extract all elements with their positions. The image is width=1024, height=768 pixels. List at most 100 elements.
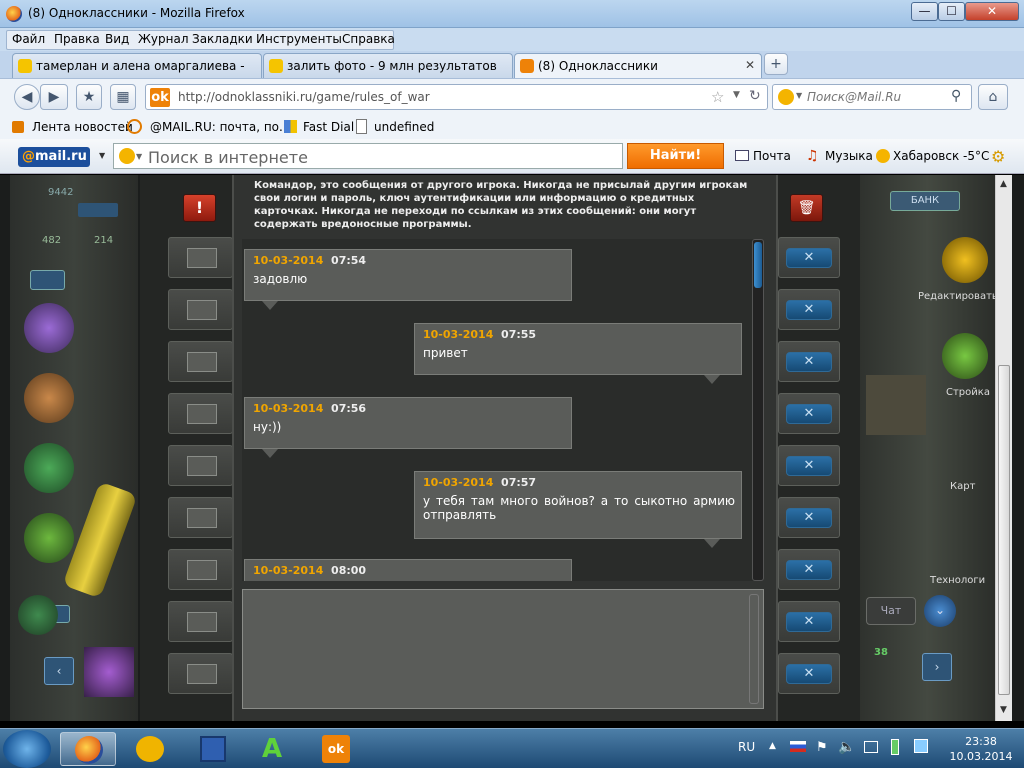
delete-message-button[interactable]: ✕ <box>786 560 832 580</box>
delete-row: ✕ <box>778 549 840 590</box>
taskbar-app-a[interactable] <box>122 732 178 766</box>
expand-icon[interactable] <box>78 203 118 217</box>
message-list-item[interactable] <box>168 653 233 694</box>
minimize-button[interactable]: — <box>911 2 938 21</box>
menu-tools[interactable]: Инструменты <box>256 32 342 46</box>
address-bar[interactable]: ok http://odnoklassniki.ru/game/rules_of… <box>145 84 768 110</box>
mail-link[interactable]: Почта <box>753 149 791 163</box>
language-indicator[interactable]: RU <box>738 740 755 754</box>
bookmark-undefined[interactable]: undefined <box>374 120 434 134</box>
taskbar-firefox[interactable] <box>60 732 116 766</box>
reload-icon[interactable]: ↻ <box>749 88 761 104</box>
search-engine-dropdown-icon[interactable]: ▼ <box>136 152 142 161</box>
delete-message-button[interactable]: ✕ <box>786 664 832 684</box>
action-center-flag-icon[interactable]: ⚑ <box>816 740 828 755</box>
search-engine-dropdown-icon[interactable]: ▼ <box>796 91 802 100</box>
crystal-icon[interactable] <box>24 303 74 353</box>
tab-3[interactable]: (8) Одноклассники ✕ <box>514 53 762 78</box>
next-button[interactable]: › <box>922 653 952 681</box>
volume-icon[interactable]: 🔈 <box>838 739 855 755</box>
bookmark-fast-dial[interactable]: Fast Dial <box>303 120 354 134</box>
delete-message-button[interactable]: ✕ <box>786 300 832 320</box>
message-list-item[interactable] <box>168 289 233 330</box>
message-list-item[interactable] <box>168 497 233 538</box>
delete-message-button[interactable]: ✕ <box>786 248 832 268</box>
scroll-down-arrow-icon[interactable]: ▼ <box>1000 705 1007 715</box>
radiation-icon[interactable] <box>24 513 74 563</box>
menu-view[interactable]: Вид <box>105 32 129 46</box>
chat-input[interactable] <box>242 589 764 709</box>
back-button[interactable]: ◀ <box>14 84 40 110</box>
url-dropdown-icon[interactable]: ▼ <box>733 90 740 100</box>
crystals-shop-icon[interactable] <box>84 647 134 697</box>
forward-button[interactable]: ▶ <box>40 84 68 110</box>
new-tab-button[interactable]: + <box>764 53 788 75</box>
mailru-search-input[interactable]: ▼ Поиск в интернете <box>113 143 623 169</box>
bookmark-news-feed[interactable]: Лента новостей <box>32 120 133 134</box>
tab-1[interactable]: тамерлан и алена омаргалиева - 1 ... <box>12 53 262 78</box>
delete-message-button[interactable]: ✕ <box>786 508 832 528</box>
bookmark-mailru[interactable]: @MAIL.RU: почта, по... <box>150 120 290 134</box>
web-search-box[interactable]: ▼ Поиск@Mail.Ru ⚲ <box>772 84 972 110</box>
prev-button[interactable]: ‹ <box>44 657 74 685</box>
input-scrollbar[interactable] <box>749 594 759 704</box>
battery-icon[interactable] <box>891 739 899 755</box>
message-list-item[interactable] <box>168 341 233 382</box>
chat-scrollbar[interactable] <box>752 239 764 581</box>
close-tab-icon[interactable]: ✕ <box>745 58 755 72</box>
mailru-menu-dropdown-icon[interactable]: ▼ <box>99 151 105 160</box>
find-button[interactable]: Найти! <box>627 143 724 169</box>
chat-button[interactable]: Чат <box>866 597 916 625</box>
search-icon[interactable]: ⚲ <box>951 88 961 104</box>
music-link[interactable]: Музыка <box>825 149 873 163</box>
menu-file[interactable]: Файл <box>12 32 45 46</box>
message-list-item[interactable] <box>168 445 233 486</box>
search-engine-icon[interactable] <box>778 89 794 105</box>
taskbar-odnoklassniki[interactable]: ok <box>308 732 364 766</box>
home-button[interactable]: ⌂ <box>978 84 1008 110</box>
network-icon[interactable] <box>864 741 878 753</box>
message-list-item[interactable] <box>168 393 233 434</box>
delete-message-button[interactable]: ✕ <box>786 612 832 632</box>
build-icon[interactable] <box>942 333 988 379</box>
menu-help[interactable]: Справка <box>342 32 395 46</box>
trash-icon[interactable]: 🗑 <box>790 194 823 222</box>
delete-message-button[interactable]: ✕ <box>786 404 832 424</box>
delete-message-button[interactable]: ✕ <box>786 456 832 476</box>
scroll-up-arrow-icon[interactable]: ▲ <box>1000 179 1007 189</box>
page-scrollbar[interactable]: ▲ ▼ <box>995 175 1012 721</box>
taskbar-app-green[interactable]: A <box>246 732 302 766</box>
clock[interactable]: 23:38 10.03.2014 <box>942 734 1020 764</box>
weather-link[interactable]: Хабаровск -5°C <box>893 149 989 163</box>
bookmark-star-icon[interactable]: ☆ <box>711 88 724 106</box>
commander-icon[interactable] <box>24 373 74 423</box>
message-list-item[interactable] <box>168 237 233 278</box>
taskbar-app-save[interactable] <box>184 732 240 766</box>
chat-scroll-thumb[interactable] <box>754 242 762 288</box>
message-list-item[interactable] <box>168 601 233 642</box>
mailru-logo[interactable]: @mail.ru <box>18 147 90 167</box>
bookmark-page-icon[interactable]: ★ <box>76 84 102 110</box>
apps-grid-icon[interactable]: ▦ <box>110 84 136 110</box>
delete-message-button[interactable]: ✕ <box>786 352 832 372</box>
edit-gear-icon[interactable] <box>942 237 988 283</box>
device-icon[interactable] <box>914 739 928 753</box>
page-scroll-thumb[interactable] <box>998 365 1010 695</box>
chevron-down-icon[interactable]: ⌄ <box>924 595 956 627</box>
menu-bookmarks[interactable]: Закладки <box>192 32 253 46</box>
message-list-item[interactable] <box>168 549 233 590</box>
scroll-up-button[interactable] <box>30 270 65 290</box>
maximize-button[interactable]: ☐ <box>938 2 965 21</box>
base-icon[interactable] <box>24 443 74 493</box>
tray-expand-icon[interactable]: ▲ <box>769 741 776 751</box>
menu-history[interactable]: Журнал <box>138 32 189 46</box>
start-button[interactable] <box>3 730 51 768</box>
menu-edit[interactable]: Правка <box>54 32 100 46</box>
settings-gear-icon[interactable]: ⚙ <box>991 147 1005 166</box>
edit-label: Редактировать <box>918 291 998 302</box>
close-window-button[interactable]: ✕ <box>965 2 1019 21</box>
tab-2[interactable]: залить фото - 9 млн результатов. П... <box>263 53 513 78</box>
bank-button[interactable]: БАНК <box>890 191 960 211</box>
timer-icon[interactable] <box>18 595 58 635</box>
alert-button[interactable]: ! <box>183 194 216 222</box>
